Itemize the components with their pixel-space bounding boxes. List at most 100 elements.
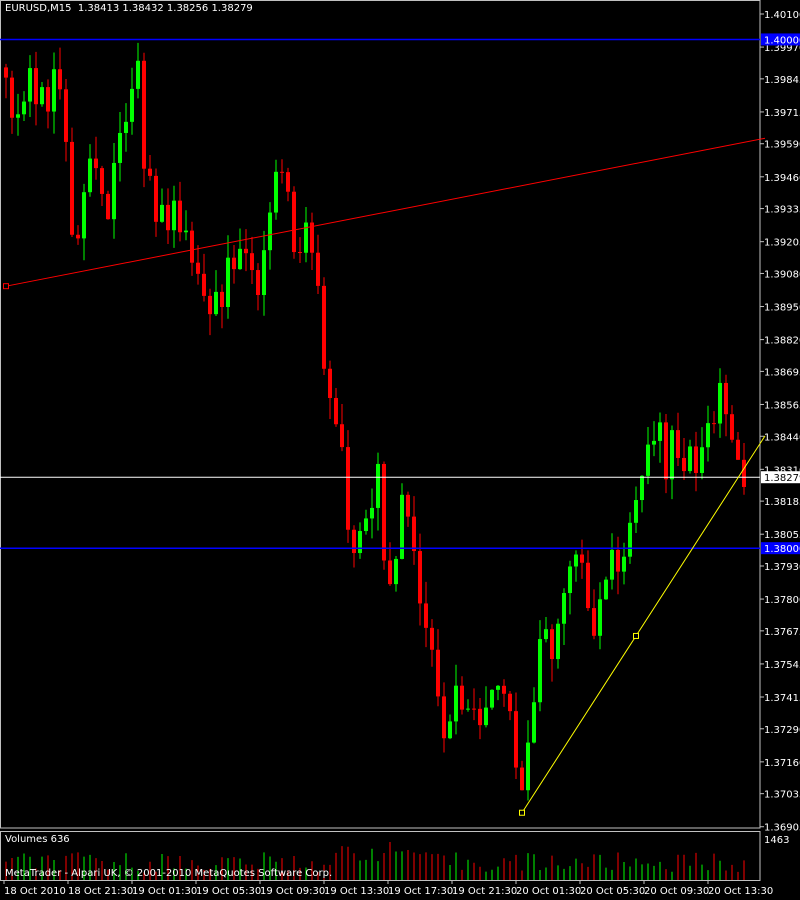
candle	[76, 225, 80, 245]
candle-body	[28, 68, 32, 102]
candle-body	[136, 60, 140, 89]
price-pane-frame	[0, 0, 761, 829]
candle	[664, 413, 668, 494]
candle-body	[634, 500, 638, 523]
candle-body	[172, 200, 176, 231]
candle-body	[700, 447, 704, 473]
candle	[154, 168, 158, 237]
hline-price-label: 1.40000	[764, 35, 800, 46]
price-chart[interactable]: 1.401001.399701.398451.397151.395901.394…	[0, 0, 800, 900]
time-tick-label: 20 Oct 01:30	[516, 886, 581, 897]
candle-body	[316, 252, 320, 286]
candle-body	[484, 707, 488, 726]
candle-body	[730, 414, 734, 440]
candle	[250, 236, 254, 284]
candle	[184, 210, 188, 241]
candle	[322, 277, 326, 375]
candle-body	[328, 368, 332, 398]
candle-body	[586, 562, 590, 609]
candle-body	[268, 212, 272, 251]
price-tick-label: 1.37035	[764, 790, 800, 801]
candle-body	[592, 608, 596, 636]
candle-body	[628, 522, 632, 557]
candle	[700, 427, 704, 480]
candle	[484, 686, 488, 728]
candle	[130, 67, 134, 135]
candle-body	[106, 193, 110, 220]
candle-body	[646, 444, 650, 476]
candle-body	[472, 708, 476, 710]
candle	[598, 582, 602, 650]
candle	[694, 431, 698, 492]
candle-body	[658, 422, 662, 441]
price-tick-label: 1.39335	[764, 205, 800, 216]
candle-body	[334, 397, 338, 425]
candle	[358, 522, 362, 559]
candle-body	[544, 629, 548, 640]
candle	[304, 206, 308, 263]
candle	[364, 509, 368, 535]
price-tick-label: 1.37545	[764, 660, 800, 671]
candle-body	[4, 67, 8, 78]
candle-body	[16, 114, 20, 118]
candle-body	[538, 639, 542, 703]
candle-body	[580, 554, 584, 563]
candle-body	[406, 494, 410, 517]
price-tick-label: 1.39205	[764, 238, 800, 249]
candle-body	[148, 168, 152, 176]
candle	[94, 136, 98, 180]
time-tick-label: 19 Oct 17:30	[388, 886, 453, 897]
candle	[70, 127, 74, 238]
candle	[334, 387, 338, 427]
candle-body	[22, 101, 26, 115]
candle	[478, 698, 482, 740]
candle-body	[40, 87, 44, 105]
candle	[124, 103, 128, 152]
time-tick-label: 19 Oct 13:30	[324, 886, 389, 897]
candle-body	[274, 171, 278, 213]
candle-body	[688, 446, 692, 472]
candle-body	[532, 702, 536, 743]
candle-body	[214, 291, 218, 315]
candle	[82, 183, 86, 261]
candle	[298, 237, 302, 264]
candle-body	[34, 68, 38, 105]
candle	[10, 70, 14, 134]
candle	[490, 689, 494, 710]
candle	[64, 79, 68, 162]
candle	[718, 368, 722, 438]
price-tick-label: 1.38185	[764, 497, 800, 508]
candle	[262, 230, 266, 316]
candle-body	[442, 696, 446, 739]
candle-body	[52, 69, 56, 112]
time-tick-label: 19 Oct 05:30	[196, 886, 261, 897]
time-tick-label: 20 Oct 09:30	[644, 886, 709, 897]
candle-body	[70, 141, 74, 235]
candle	[220, 284, 224, 329]
candle	[22, 91, 26, 122]
candle-body	[382, 463, 386, 561]
candle-body	[556, 623, 560, 660]
candle-body	[94, 158, 98, 169]
candle	[88, 144, 92, 197]
candle-body	[298, 252, 302, 254]
candle	[238, 228, 242, 270]
candle-body	[178, 200, 182, 233]
time-tick-label: 19 Oct 01:30	[132, 886, 197, 897]
candles-layer	[4, 42, 746, 801]
candle-body	[478, 708, 482, 726]
candle-body	[388, 560, 392, 585]
candle-body	[220, 291, 224, 308]
candle-body	[430, 627, 434, 650]
candle-body	[574, 554, 578, 567]
candle-body	[718, 382, 722, 424]
price-tick-label: 1.39845	[764, 75, 800, 86]
candle	[202, 253, 206, 302]
volume-max-label: 1463	[764, 835, 789, 846]
candle	[340, 403, 344, 452]
hline-price-label: 1.38000	[764, 544, 800, 555]
candle-body	[352, 529, 356, 554]
candle	[652, 421, 656, 457]
candle	[460, 676, 464, 715]
candle	[292, 186, 296, 259]
